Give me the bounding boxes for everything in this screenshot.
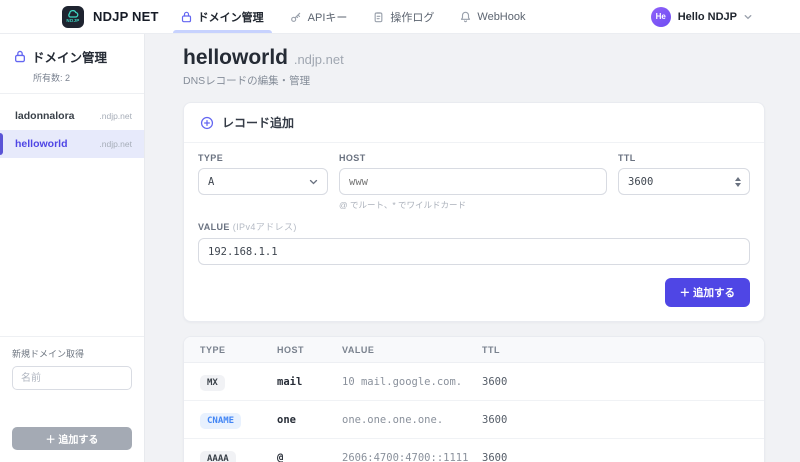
brand-name: NDJP NET [93,9,159,24]
records-table: TYPE HOST VALUE TTL MX mail 10 mail.goog… [183,336,765,462]
domain-title-suffix: .ndjp.net [294,52,344,67]
new-domain-section: 新規ドメイン取得 ＋ 追加する [0,336,144,462]
record-value: 2606:4700:4700::1111 [342,452,482,462]
record-type-badge: AAAA [200,451,236,462]
ttl-input[interactable] [618,168,750,195]
value-sublabel: (IPv4アドレス) [233,222,297,232]
record-host: @ [277,452,342,462]
bell-icon [460,11,471,23]
nav-item-api-key[interactable]: APIキー [290,0,348,33]
main-nav: ドメイン管理 APIキー 操作ログ WebHo [181,0,526,33]
domain-list: ladonnalora .ndjp.net helloworld .ndjp.n… [0,102,144,158]
domain-title: helloworld [183,46,288,69]
domain-suffix: .ndjp.net [99,111,132,121]
column-header-host: HOST [277,345,342,355]
column-header-value: VALUE [342,345,482,355]
record-type-badge: MX [200,375,225,391]
owned-count: 所有数: 2 [33,71,130,84]
ttl-label: TTL [618,153,750,163]
new-domain-label: 新規ドメイン取得 [12,347,132,360]
add-domain-button[interactable]: ＋ 追加する [12,427,132,450]
nav-item-label: 操作ログ [390,9,434,25]
table-row: CNAME one one.one.one.one. 3600 [184,401,764,439]
sidebar-title: ドメイン管理 [32,47,107,66]
domain-name: ladonnalora [15,110,75,122]
record-type-badge: CNAME [200,413,241,429]
user-menu[interactable]: He Hello NDJP [651,7,752,27]
lock-icon [181,11,192,23]
new-domain-input[interactable] [12,366,132,390]
chevron-down-icon [744,14,752,20]
type-select-value: A [208,176,214,188]
step-up-icon[interactable] [735,177,741,181]
user-name: Hello NDJP [678,11,737,23]
nav-item-webhook[interactable]: WebHook [460,0,525,33]
plus-circle-icon [200,116,214,130]
record-host: mail [277,376,342,388]
cloud-icon [67,10,79,18]
record-value: 10 mail.google.com. [342,376,482,388]
domain-suffix: .ndjp.net [99,139,132,149]
lock-icon [14,50,26,63]
domain-name: helloworld [15,138,68,150]
page-title: helloworld .ndjp.net [183,45,765,70]
logo-text: NDJP [66,19,79,24]
table-header-row: TYPE HOST VALUE TTL [184,337,764,363]
nav-item-label: ドメイン管理 [198,9,264,25]
avatar: He [651,7,671,27]
sidebar: ドメイン管理 所有数: 2 ladonnalora .ndjp.net hell… [0,34,145,462]
value-input[interactable] [198,238,750,265]
column-header-ttl: TTL [482,345,748,355]
top-navbar: NDJP NDJP NET ドメイン管理 APIキー [0,0,800,34]
divider [0,93,144,94]
main-content: helloworld .ndjp.net DNSレコードの編集・管理 レコード追… [145,34,800,462]
add-record-button[interactable]: ＋ 追加する [665,278,750,307]
type-label: TYPE [198,153,328,163]
record-ttl: 3600 [482,414,748,426]
ttl-stepper[interactable] [735,177,741,187]
type-select[interactable]: A [198,168,328,195]
value-label: VALUE (IPv4アドレス) [198,220,750,233]
record-ttl: 3600 [482,452,748,462]
host-hint: @ でルート、* でワイルドカード [339,199,607,211]
key-icon [290,11,302,23]
column-header-type: TYPE [200,345,277,355]
app-logo[interactable]: NDJP [62,6,84,28]
domain-list-item-helloworld[interactable]: helloworld .ndjp.net [0,130,144,158]
nav-item-label: WebHook [477,11,525,23]
page-subtitle: DNSレコードの編集・管理 [183,73,765,88]
clipboard-icon [373,11,384,23]
record-ttl: 3600 [482,376,748,388]
host-label: HOST [339,153,607,163]
table-row: MX mail 10 mail.google.com. 3600 [184,363,764,401]
record-host: one [277,414,342,426]
nav-item-domain-management[interactable]: ドメイン管理 [181,0,264,33]
chevron-down-icon [309,179,318,185]
record-add-card: レコード追加 TYPE A HOST [183,102,765,322]
step-down-icon[interactable] [735,183,741,187]
nav-item-operation-log[interactable]: 操作ログ [373,0,434,33]
table-row: AAAA @ 2606:4700:4700::1111 3600 [184,439,764,462]
record-add-title: レコード追加 [222,114,294,131]
nav-item-label: APIキー [308,9,348,25]
domain-list-item-ladonnalora[interactable]: ladonnalora .ndjp.net [0,102,144,130]
host-input[interactable] [339,168,607,195]
record-value: one.one.one.one. [342,414,482,426]
